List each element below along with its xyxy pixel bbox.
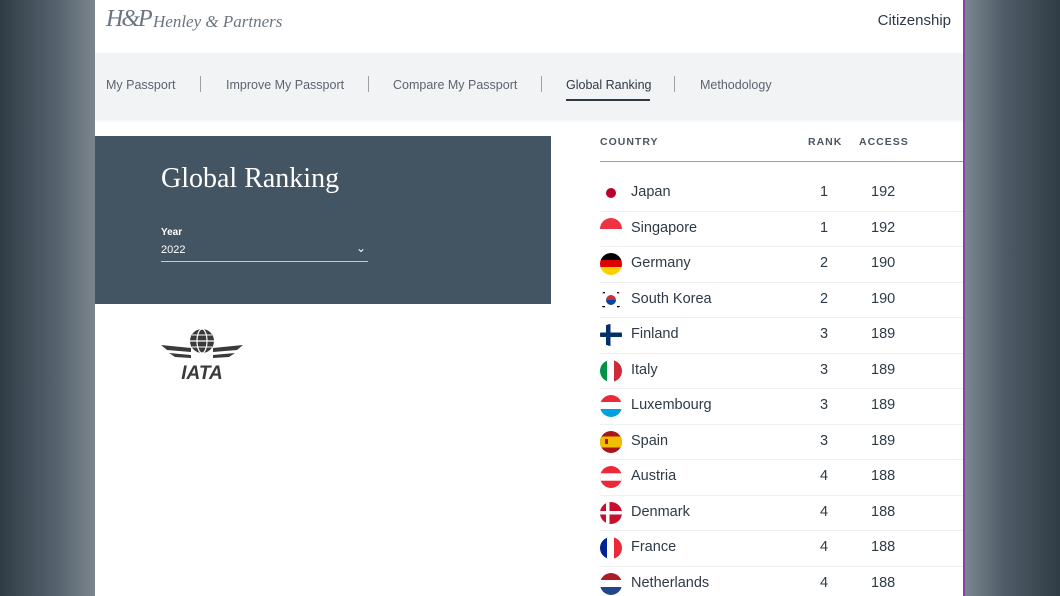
access-value: 189 — [871, 397, 896, 413]
nav-my-passport[interactable]: My Passport — [106, 78, 175, 92]
table-row[interactable]: Austria 4 188 — [600, 459, 963, 496]
table-row[interactable]: Denmark 4 188 — [600, 495, 963, 531]
page-title: Global Ranking — [161, 163, 340, 194]
country-name[interactable]: Finland — [631, 326, 679, 342]
iata-logo-text: IATA — [181, 363, 223, 384]
country-name[interactable]: Germany — [631, 255, 691, 271]
nav-separator — [541, 76, 542, 92]
access-value: 189 — [871, 326, 896, 342]
country-name[interactable]: Italy — [631, 362, 658, 378]
rank-value: 1 — [820, 184, 829, 200]
flag-icon-fi — [600, 324, 622, 346]
table-row[interactable]: Singapore 1 192 — [600, 211, 963, 247]
country-name[interactable]: South Korea — [631, 291, 712, 307]
flag-icon-sg — [600, 217, 622, 240]
country-name[interactable]: Netherlands — [631, 575, 709, 591]
table-row[interactable]: South Korea 2 190 — [600, 282, 963, 318]
nav-separator — [200, 76, 201, 92]
active-tab-indicator — [566, 99, 650, 101]
access-value: 188 — [871, 539, 896, 555]
rank-value: 3 — [820, 432, 829, 449]
chevron-down-icon[interactable]: ⌄ — [356, 241, 366, 255]
rank-value: 4 — [820, 503, 829, 520]
flag-icon-nl — [600, 572, 622, 595]
country-name[interactable]: France — [631, 539, 676, 555]
country-name[interactable]: Luxembourg — [631, 397, 712, 413]
top-bar: H&P Henley & Partners Citizenship — [95, 0, 963, 53]
flag-icon-at — [600, 466, 622, 488]
brand-name[interactable]: Henley & Partners — [153, 12, 282, 32]
iata-logo: IATA — [161, 328, 243, 384]
flag-icon-jp — [600, 182, 622, 204]
year-value: 2022 — [161, 244, 186, 256]
citizenship-link[interactable]: Citizenship — [878, 12, 951, 29]
rank-value: 3 — [820, 397, 829, 413]
table-row[interactable]: Netherlands 4 188 — [600, 566, 963, 596]
access-value: 192 — [871, 184, 896, 200]
flag-icon-kr — [600, 288, 622, 311]
access-value: 192 — [871, 219, 896, 236]
rank-value: 1 — [820, 219, 829, 236]
nav-separator — [368, 76, 369, 92]
rank-value: 3 — [820, 361, 829, 378]
nav-global-ranking[interactable]: Global Ranking — [566, 78, 651, 92]
rank-value: 4 — [820, 468, 829, 484]
access-value: 190 — [871, 255, 896, 271]
sub-navigation: My Passport Improve My Passport Compare … — [95, 53, 963, 119]
rank-value: 2 — [820, 290, 829, 307]
table-row[interactable]: Spain 3 189 — [600, 424, 963, 460]
country-name[interactable]: Japan — [631, 184, 671, 200]
access-value: 188 — [871, 468, 896, 484]
header-divider — [600, 161, 963, 162]
column-header-rank[interactable]: RANK — [808, 136, 842, 148]
rank-value: 4 — [820, 574, 829, 591]
country-name[interactable]: Austria — [631, 468, 676, 484]
rank-value: 3 — [820, 326, 829, 342]
year-select[interactable]: 2022 ⌄ — [161, 241, 368, 262]
country-name[interactable]: Singapore — [631, 220, 697, 236]
flag-icon-es — [600, 430, 622, 453]
flag-icon-fr — [600, 537, 622, 559]
country-name[interactable]: Spain — [631, 433, 668, 449]
rank-value: 4 — [820, 539, 829, 555]
table-row[interactable]: Italy 3 189 — [600, 353, 963, 389]
country-name[interactable]: Denmark — [631, 504, 690, 520]
flag-icon-it — [600, 359, 622, 382]
background-right — [963, 0, 1060, 596]
nav-methodology[interactable]: Methodology — [700, 78, 772, 92]
rank-value: 2 — [820, 255, 829, 271]
ranking-panel: Global Ranking Year 2022 ⌄ — [95, 136, 551, 304]
table-row[interactable]: Finland 3 189 — [600, 317, 963, 354]
flag-icon-lu — [600, 395, 622, 417]
access-value: 189 — [871, 432, 896, 449]
table-row[interactable]: Japan 1 192 — [600, 175, 963, 212]
access-value: 189 — [871, 361, 896, 378]
access-value: 190 — [871, 290, 896, 307]
table-row[interactable]: France 4 188 — [600, 530, 963, 567]
access-value: 188 — [871, 574, 896, 591]
column-header-country[interactable]: COUNTRY — [600, 136, 659, 148]
year-label: Year — [161, 227, 183, 238]
brand-logo-mark[interactable]: H&P — [106, 6, 153, 33]
flag-icon-de — [600, 253, 622, 275]
table-row[interactable]: Luxembourg 3 189 — [600, 388, 963, 425]
flag-icon-dk — [600, 501, 622, 524]
page: H&P Henley & Partners Citizenship My Pas… — [95, 0, 963, 596]
column-header-access[interactable]: ACCESS — [859, 136, 909, 148]
nav-compare-my-passport[interactable]: Compare My Passport — [393, 78, 517, 92]
access-value: 188 — [871, 503, 896, 520]
background-left — [0, 0, 95, 596]
nav-separator — [674, 76, 675, 92]
nav-improve-my-passport[interactable]: Improve My Passport — [226, 78, 344, 92]
table-row[interactable]: Germany 2 190 — [600, 246, 963, 283]
